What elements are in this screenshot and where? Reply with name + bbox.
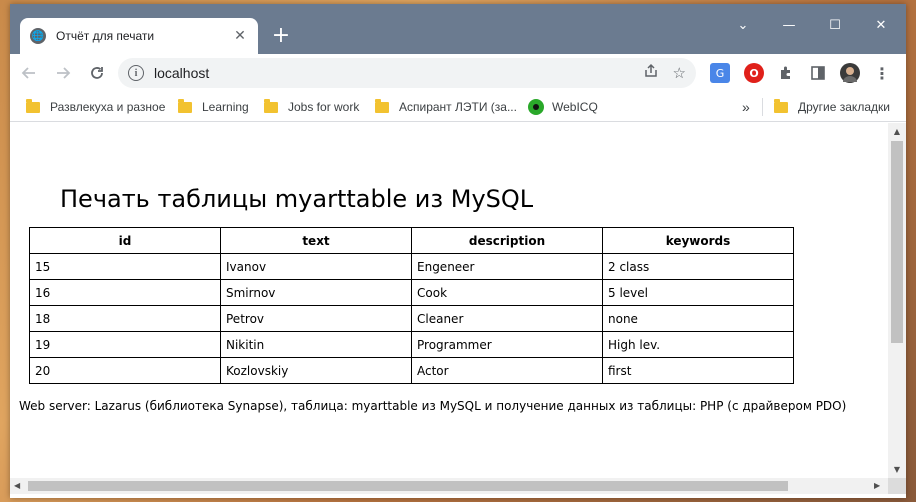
minimize-button[interactable]: —: [766, 14, 812, 38]
folder-icon: [375, 98, 389, 113]
sidebar-icon[interactable]: [808, 63, 828, 83]
menu-kebab-icon[interactable]: ⋮: [872, 63, 892, 83]
table-cell: Kozlovskiy: [220, 357, 412, 384]
table-cell: 20: [29, 357, 221, 384]
bookmarks-divider: [762, 98, 763, 116]
column-header-text: text: [220, 227, 412, 254]
vertical-scrollbar[interactable]: ▲ ▼: [888, 123, 906, 478]
arrow-left-icon: [21, 67, 35, 79]
table-cell: Programmer: [411, 331, 603, 358]
table-row: 15 Ivanov Engeneer 2 class: [29, 253, 794, 280]
bookmarks-bar: Развлекуха и разное Learning Jobs for wo…: [10, 92, 906, 122]
table-cell: Nikitin: [220, 331, 412, 358]
opera-extension-icon[interactable]: O: [744, 63, 764, 83]
vertical-scroll-thumb[interactable]: [891, 141, 903, 343]
bookmark-label: Learning: [202, 100, 249, 114]
scroll-left-icon[interactable]: ◀: [14, 481, 20, 490]
tab-title: Отчёт для печати: [56, 29, 155, 43]
scroll-up-icon[interactable]: ▲: [888, 127, 906, 136]
browser-tab[interactable]: 🌐 Отчёт для печати ✕: [20, 18, 258, 54]
tab-search-button[interactable]: ⌄: [720, 14, 766, 38]
info-icon[interactable]: i: [128, 65, 144, 81]
column-header-id: id: [29, 227, 221, 254]
table-cell: 18: [29, 305, 221, 332]
bookmark-item[interactable]: WebICQ: [528, 98, 598, 116]
close-window-button[interactable]: ✕: [858, 14, 904, 38]
table-cell: Engeneer: [411, 253, 603, 280]
arrow-right-icon: [57, 67, 71, 79]
table-cell: Ivanov: [220, 253, 412, 280]
footer-text: Web server: Lazarus (библиотека Synapse)…: [19, 399, 847, 413]
page-content: Печать таблицы myarttable из MySQL id te…: [10, 123, 888, 478]
table-cell: Actor: [411, 357, 603, 384]
folder-icon: [774, 98, 788, 113]
browser-window: 🌐 Отчёт для печати ✕ + ⌄ — ☐ ✕ i localho…: [10, 4, 906, 498]
bookmark-label: Аспирант ЛЭТИ (за...: [399, 100, 517, 114]
webicq-icon: [528, 99, 544, 115]
table-cell: none: [602, 305, 794, 332]
bookmark-item[interactable]: Развлекуха и разное: [26, 98, 165, 116]
bookmark-label: Другие закладки: [798, 100, 890, 114]
column-header-description: description: [411, 227, 603, 254]
folder-icon: [178, 98, 192, 113]
table-cell: first: [602, 357, 794, 384]
share-icon[interactable]: [643, 63, 659, 83]
table-cell: High lev.: [602, 331, 794, 358]
bookmark-label: Jobs for work: [288, 100, 360, 114]
scroll-right-icon[interactable]: ▶: [874, 481, 880, 490]
back-button[interactable]: [14, 58, 44, 88]
table-row: 16 Smirnov Cook 5 level: [29, 279, 794, 306]
table-cell: 15: [29, 253, 221, 280]
table-cell: 19: [29, 331, 221, 358]
bookmarks-overflow-button[interactable]: »: [742, 98, 750, 116]
address-bar[interactable]: i localhost ☆: [118, 58, 696, 88]
bookmark-item[interactable]: Learning: [178, 98, 249, 116]
reload-button[interactable]: [82, 58, 112, 88]
bookmark-item[interactable]: Аспирант ЛЭТИ (за...: [375, 98, 517, 116]
table-row: 20 Kozlovskiy Actor first: [29, 357, 794, 384]
maximize-button[interactable]: ☐: [812, 14, 858, 38]
folder-icon: [264, 98, 278, 113]
translate-extension-icon[interactable]: G: [710, 63, 730, 83]
profile-avatar[interactable]: [840, 63, 860, 83]
table-row: 18 Petrov Cleaner none: [29, 305, 794, 332]
bookmark-star-icon[interactable]: ☆: [673, 64, 686, 82]
data-table: id text description keywords 15 Ivanov E…: [29, 227, 794, 384]
bookmark-label: Развлекуха и разное: [50, 100, 166, 114]
table-cell: Smirnov: [220, 279, 412, 306]
new-tab-button[interactable]: +: [268, 24, 294, 50]
horizontal-scroll-thumb[interactable]: [28, 481, 788, 491]
url-text[interactable]: localhost: [154, 65, 629, 81]
bookmark-item[interactable]: Jobs for work: [264, 98, 359, 116]
tab-close-icon[interactable]: ✕: [232, 28, 248, 44]
bookmark-label: WebICQ: [552, 100, 598, 114]
page-title: Печать таблицы myarttable из MySQL: [60, 185, 534, 213]
globe-icon: 🌐: [30, 28, 46, 44]
title-bar: 🌐 Отчёт для печати ✕ + ⌄ — ☐ ✕: [10, 4, 906, 54]
table-cell: Cleaner: [411, 305, 603, 332]
scrollbar-corner: [888, 478, 906, 494]
table-cell: Petrov: [220, 305, 412, 332]
folder-icon: [26, 98, 40, 113]
table-cell: Cook: [411, 279, 603, 306]
table-cell: 2 class: [602, 253, 794, 280]
reload-icon: [91, 67, 103, 79]
other-bookmarks-folder[interactable]: Другие закладки: [774, 98, 890, 116]
extensions-puzzle-icon[interactable]: [776, 63, 796, 83]
table-header-row: id text description keywords: [29, 227, 794, 254]
table-cell: 16: [29, 279, 221, 306]
horizontal-scrollbar[interactable]: ◀ ▶: [10, 478, 888, 494]
scroll-down-icon[interactable]: ▼: [888, 465, 906, 474]
column-header-keywords: keywords: [602, 227, 794, 254]
table-row: 19 Nikitin Programmer High lev.: [29, 331, 794, 358]
forward-button[interactable]: [48, 58, 78, 88]
browser-toolbar: i localhost ☆ G O ⋮: [10, 54, 906, 92]
table-cell: 5 level: [602, 279, 794, 306]
